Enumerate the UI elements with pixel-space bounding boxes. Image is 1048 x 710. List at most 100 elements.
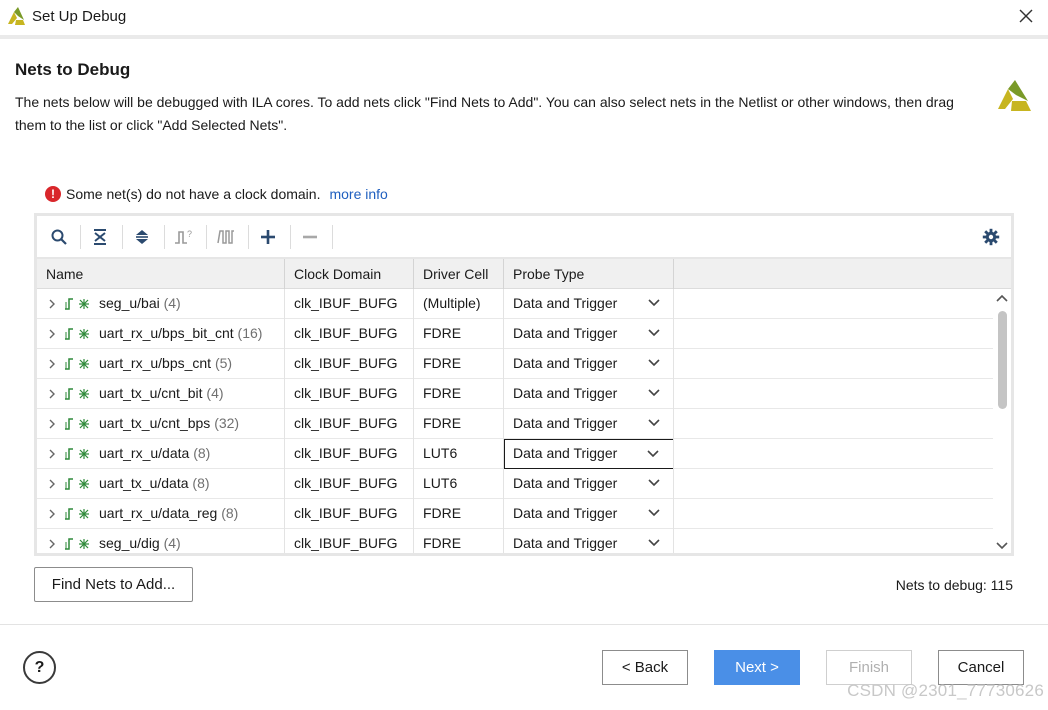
cancel-button[interactable]: Cancel <box>938 650 1024 685</box>
table-row[interactable]: uart_tx_u/cnt_bps (32) clk_IBUF_BUFG FDRE D… <box>37 409 993 439</box>
probe-type-dropdown[interactable]: Data and Trigger <box>504 379 673 409</box>
trigger-icon[interactable]: ? <box>173 226 195 248</box>
probe-type-dropdown[interactable]: Data and Trigger <box>504 349 673 379</box>
finish-button: Finish <box>826 650 912 685</box>
net-name: uart_tx_u/cnt_bps <box>99 415 211 431</box>
probe-type-dropdown[interactable]: Data and Trigger <box>504 409 673 439</box>
net-name: seg_u/dig <box>99 535 160 551</box>
chevron-right-icon[interactable] <box>45 448 59 460</box>
chevron-right-icon[interactable] <box>45 388 59 400</box>
driver-cell-cell: FDRE <box>414 319 504 349</box>
table-row[interactable]: uart_rx_u/bps_cnt (5) clk_IBUF_BUFG FDRE Da… <box>37 349 993 379</box>
waveform-icon[interactable] <box>215 226 237 248</box>
net-bit-count: (8) <box>192 475 210 491</box>
chevron-down-icon[interactable] <box>648 538 660 548</box>
toolbar-separator <box>332 225 333 249</box>
table-row[interactable]: seg_u/dig (4) clk_IBUF_BUFG FDRE Data and T… <box>37 529 993 553</box>
net-bus-icon <box>65 298 89 311</box>
probe-type-cell: Data and Trigger <box>504 439 674 469</box>
table-row[interactable]: seg_u/bai (4) clk_IBUF_BUFG (Multiple) Data… <box>37 289 993 319</box>
more-info-link[interactable]: more info <box>329 186 387 202</box>
chevron-right-icon[interactable] <box>45 478 59 490</box>
chevron-right-icon[interactable] <box>45 508 59 520</box>
net-name: seg_u/bai <box>99 295 160 311</box>
net-name-cell[interactable]: uart_rx_u/bps_cnt (5) <box>37 349 285 379</box>
net-name-cell[interactable]: uart_rx_u/data (8) <box>37 439 285 469</box>
page-description: The nets below will be debugged with ILA… <box>15 94 954 133</box>
back-button[interactable]: < Back <box>602 650 688 685</box>
probe-type-cell: Data and Trigger <box>504 469 674 499</box>
add-icon[interactable] <box>257 226 279 248</box>
clock-domain-cell: clk_IBUF_BUFG <box>285 469 414 499</box>
chevron-down-icon[interactable] <box>648 388 660 398</box>
collapse-all-icon[interactable] <box>89 226 111 248</box>
net-name: uart_rx_u/bps_bit_cnt <box>99 325 234 341</box>
table-row[interactable]: uart_tx_u/cnt_bit (4) clk_IBUF_BUFG FDRE Da… <box>37 379 993 409</box>
table-row[interactable]: uart_rx_u/bps_bit_cnt (16) clk_IBUF_BUFG F… <box>37 319 993 349</box>
column-header-driver-cell[interactable]: Driver Cell <box>414 259 504 289</box>
net-name-cell[interactable]: uart_rx_u/bps_bit_cnt (16) <box>37 319 285 349</box>
scroll-down-icon[interactable] <box>996 541 1008 551</box>
clock-domain-cell: clk_IBUF_BUFG <box>285 349 414 379</box>
probe-type-cell: Data and Trigger <box>504 319 674 349</box>
find-nets-button[interactable]: Find Nets to Add... <box>34 567 193 602</box>
chevron-down-icon[interactable] <box>648 418 660 428</box>
probe-type-dropdown[interactable]: Data and Trigger <box>504 499 673 529</box>
table-toolbar: ? <box>37 216 1011 259</box>
title-divider <box>0 35 1048 39</box>
probe-type-dropdown[interactable]: Data and Trigger <box>504 529 673 553</box>
chevron-right-icon[interactable] <box>45 328 59 340</box>
toolbar-separator <box>80 225 81 249</box>
net-name-cell[interactable]: uart_tx_u/cnt_bps (32) <box>37 409 285 439</box>
chevron-down-icon[interactable] <box>648 358 660 368</box>
net-name-cell[interactable]: uart_rx_u/data_reg (8) <box>37 499 285 529</box>
chevron-right-icon[interactable] <box>45 358 59 370</box>
net-name: uart_rx_u/data <box>99 445 190 461</box>
clock-domain-cell: clk_IBUF_BUFG <box>285 319 414 349</box>
column-header-clock-domain[interactable]: Clock Domain <box>285 259 414 289</box>
table-row[interactable]: uart_rx_u/data_reg (8) clk_IBUF_BUFG FDRE D… <box>37 499 993 529</box>
scroll-up-icon[interactable] <box>996 293 1008 303</box>
next-button[interactable]: Next > <box>714 650 800 685</box>
chevron-right-icon[interactable] <box>45 418 59 430</box>
net-bus-icon <box>65 358 89 371</box>
close-icon[interactable] <box>1016 6 1036 26</box>
expand-all-icon[interactable] <box>131 226 153 248</box>
probe-type-dropdown[interactable]: Data and Trigger <box>504 439 673 469</box>
remove-icon[interactable] <box>299 226 321 248</box>
chevron-right-icon[interactable] <box>45 298 59 310</box>
net-name-cell[interactable]: uart_tx_u/data (8) <box>37 469 285 499</box>
toolbar-separator <box>248 225 249 249</box>
search-icon[interactable] <box>48 226 70 248</box>
chevron-down-icon[interactable] <box>648 328 660 338</box>
net-name-cell[interactable]: uart_tx_u/cnt_bit (4) <box>37 379 285 409</box>
clock-domain-warning: ! Some net(s) do not have a clock domain… <box>45 184 388 204</box>
column-header-probe-type[interactable]: Probe Type <box>504 259 674 289</box>
net-name-cell[interactable]: seg_u/bai (4) <box>37 289 285 319</box>
probe-type-value: Data and Trigger <box>513 505 618 521</box>
probe-type-cell: Data and Trigger <box>504 379 674 409</box>
net-name: uart_tx_u/data <box>99 475 189 491</box>
net-bit-count: (16) <box>237 325 263 341</box>
column-header-name[interactable]: Name <box>37 259 285 289</box>
table-row[interactable]: uart_tx_u/data (8) clk_IBUF_BUFG LUT6 Data … <box>37 469 993 499</box>
probe-type-value: Data and Trigger <box>513 535 618 551</box>
gear-icon[interactable] <box>980 226 1002 248</box>
title-bar: Set Up Debug <box>0 0 1048 35</box>
table-row[interactable]: uart_rx_u/data (8) clk_IBUF_BUFG LUT6 Data … <box>37 439 993 469</box>
chevron-right-icon[interactable] <box>45 538 59 550</box>
table-header: Name Clock Domain Driver Cell Probe Type <box>37 259 993 289</box>
probe-type-dropdown[interactable]: Data and Trigger <box>504 289 673 319</box>
chevron-down-icon[interactable] <box>648 478 660 488</box>
chevron-down-icon[interactable] <box>647 449 659 459</box>
probe-type-value: Data and Trigger <box>513 475 618 491</box>
chevron-down-icon[interactable] <box>648 298 660 308</box>
table-scrollbar[interactable] <box>993 259 1011 553</box>
scrollbar-thumb[interactable] <box>998 311 1007 409</box>
chevron-down-icon[interactable] <box>648 508 660 518</box>
probe-type-cell: Data and Trigger <box>504 529 674 553</box>
probe-type-dropdown[interactable]: Data and Trigger <box>504 469 673 499</box>
probe-type-dropdown[interactable]: Data and Trigger <box>504 319 673 349</box>
net-name-cell[interactable]: seg_u/dig (4) <box>37 529 285 553</box>
help-button[interactable]: ? <box>23 651 56 684</box>
